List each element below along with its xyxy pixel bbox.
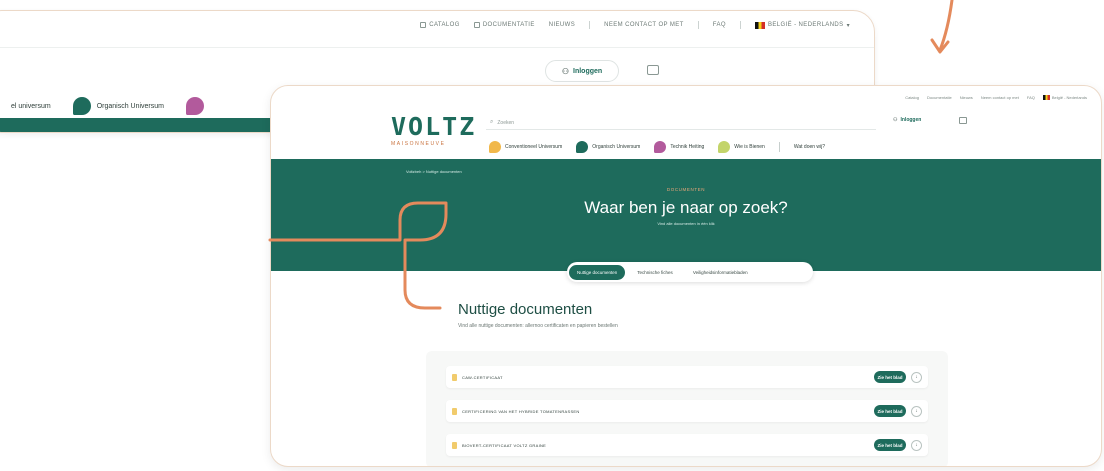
back-login-button[interactable]: ⚇ Inloggen [545,60,619,82]
divider [739,21,741,29]
document-icon [473,22,480,28]
category-label: Organisch Universum [592,144,641,150]
technical-universe-icon [654,141,667,153]
foreground-browser-card: Catalog Documentatie Nieuws Neem contact… [270,85,1102,467]
back-category-conventional[interactable]: el universum [11,103,51,110]
document-label: CERTIFICERING VAN HET HYBRIDE TOMATENRAS… [462,408,580,414]
search-icon: ⌕ [490,119,494,125]
bees-universe-icon [718,141,731,153]
organic-universe-icon [576,141,589,153]
divider [589,21,591,29]
document-row[interactable]: CAW-CERTIFICAAT Zie het blad ↓ [446,366,928,388]
download-icon[interactable]: ↓ [911,405,922,417]
front-topbar: Catalog Documentatie Nieuws Neem contact… [905,95,1087,100]
back-news-link[interactable]: NIEUWS [549,22,575,28]
category-bees[interactable]: Wie is Bienen [718,141,765,153]
belgium-flag-icon [1042,95,1050,100]
section-title: Nuttige documenten [458,301,593,318]
back-documentation-link[interactable]: DOCUMENTATIE [473,22,535,28]
login-label: Inloggen [900,117,922,123]
cart-icon[interactable] [959,117,967,124]
hero-subtitle: Vind alle documenten in één klik [657,221,715,226]
back-category-organic[interactable]: Organisch Universum [72,97,164,115]
voltz-logo[interactable]: VOLTZ MAISONNEUVE [391,114,476,147]
view-sheet-button[interactable]: Zie het blad [874,439,906,451]
conventional-universe-icon [489,141,501,153]
category-organic[interactable]: Organisch Universum [576,141,640,153]
document-label: CAW-CERTIFICAAT [462,374,503,380]
view-sheet-button[interactable]: Zie het blad [874,371,906,383]
category-conventional[interactable]: Conventioneel Universum [489,141,562,153]
chevron-down-icon: ▾ [846,22,850,29]
back-category-label: el universum [11,102,51,110]
back-search-divider [0,47,874,48]
hero-kicker: DOCUMENTEN [666,187,706,192]
download-icon[interactable]: ↓ [911,439,922,451]
user-icon: ⚇ [893,117,898,123]
technical-universe-icon [186,97,204,115]
category-label: Wie is Bienen [734,144,765,150]
belgium-flag-icon [754,21,765,29]
file-icon [452,441,457,449]
logo-subtitle: MAISONNEUVE [391,141,446,147]
category-label: Conventioneel Universum [505,144,563,150]
user-icon: ⚇ [561,66,569,76]
faq-link[interactable]: FAQ [1027,95,1035,100]
back-language-select[interactable]: BELGIË - NEDERLANDS ▾ [754,21,850,29]
back-category-label: Organisch Universum [96,102,164,110]
category-label: Technik Heiting [670,144,705,150]
file-icon [452,407,457,415]
back-contact-link[interactable]: NEEM CONTACT OP MET [604,22,684,28]
tab-safety-sheets[interactable]: Veiligheidsinformatiebladen [685,265,756,280]
document-tabs: Nuttige documenten Technische fiches Vei… [567,262,813,282]
view-sheet-button[interactable]: Zie het blad [874,405,906,417]
language-select[interactable]: België - Nederlands [1042,95,1087,100]
divider [697,21,699,29]
pointer-arrow-stroke [938,0,954,52]
search-placeholder: Zoeken [497,119,515,126]
back-faq-link[interactable]: FAQ [713,22,726,28]
catalog-icon [420,22,427,28]
about-us-link[interactable]: Wat doen wij? [794,144,825,150]
document-list: CAW-CERTIFICAAT Zie het blad ↓ CERTIFICE… [426,351,948,466]
nav-divider [778,142,780,152]
back-category-technical[interactable] [186,97,204,115]
cart-icon[interactable] [647,65,659,75]
catalog-link[interactable]: Catalog [905,95,919,100]
category-nav: Conventioneel Universum Organisch Univer… [489,141,825,153]
back-category-nav: el universum Organisch Universum [11,97,204,115]
download-icon[interactable]: ↓ [911,371,922,383]
back-catalog-link[interactable]: CATALOG [420,22,460,28]
document-row[interactable]: BIOVERT-CERTIFICAAT VOLTZ GRAINE Zie het… [446,434,928,456]
breadcrumb[interactable]: Voltzbeh > Nuttige documenten [406,169,462,174]
hero-title: Waar ben je naar op zoek? [584,198,788,217]
logo-name: VOLTZ [391,112,477,141]
contact-link[interactable]: Neem contact op met [981,95,1019,100]
search-input[interactable]: ⌕ Zoeken [486,116,876,130]
file-icon [452,373,457,381]
category-technical[interactable]: Technik Heiting [654,141,704,153]
screenshot-stage: CATALOG DOCUMENTATIE NIEUWS NEEM CONTACT… [0,0,1104,471]
document-row[interactable]: CERTIFICERING VAN HET HYBRIDE TOMATENRAS… [446,400,928,422]
login-button[interactable]: ⚇ Inloggen [893,114,921,126]
news-link[interactable]: Nieuws [960,95,973,100]
tab-technical-sheets[interactable]: Technische fiches [629,265,681,280]
tab-useful-documents[interactable]: Nuttige documenten [569,264,626,280]
back-login-label: Inloggen [573,67,603,75]
organic-universe-icon [72,97,91,115]
documentation-link[interactable]: Documentatie [927,95,952,100]
arrow-head-icon [930,38,950,54]
section-subtitle: Vind alle nuttige documenten: allernoo c… [458,323,618,329]
document-label: BIOVERT-CERTIFICAAT VOLTZ GRAINE [462,442,547,448]
back-topbar: CATALOG DOCUMENTATIE NIEUWS NEEM CONTACT… [420,21,850,29]
